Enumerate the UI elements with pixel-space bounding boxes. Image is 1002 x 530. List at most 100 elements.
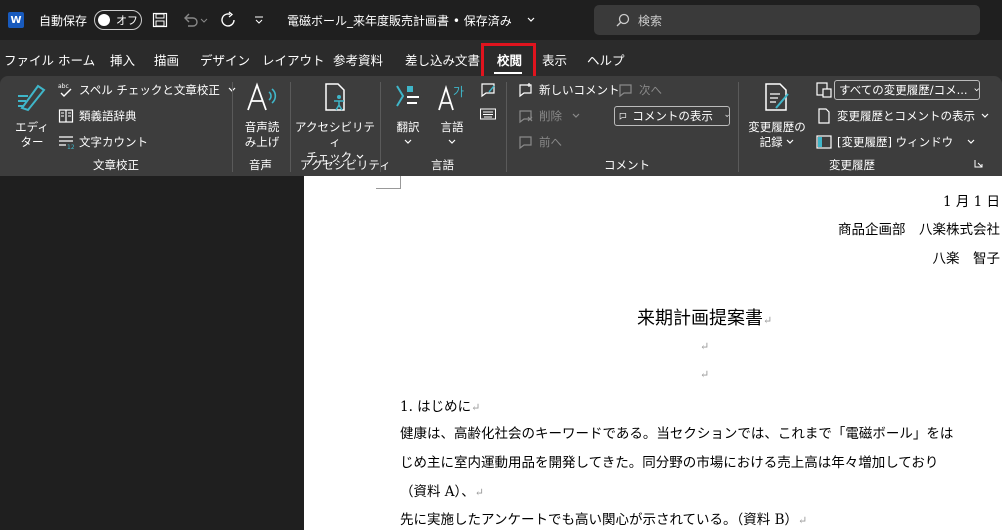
word-app-icon: W — [8, 12, 24, 28]
read-aloud-label-1: 音声読 — [244, 120, 280, 134]
markup-view-dropdown[interactable]: すべての変更履歴/コメ... — [834, 80, 980, 100]
search-placeholder: 検索 — [638, 13, 663, 28]
word-count-label: 文字カウント — [79, 135, 148, 149]
group-separator — [738, 82, 739, 172]
accessibility-check-button[interactable]: アクセシビリティ チェック — [294, 82, 376, 165]
thesaurus-button[interactable]: 類義語辞典 — [58, 108, 137, 124]
spell-check-icon: abc — [58, 83, 72, 97]
doc-title-text: 来期計画提案書 — [637, 308, 763, 329]
spelling-grammar-button[interactable]: abc スペル チェックと文章校正 — [58, 82, 236, 98]
read-aloud-button[interactable]: 音声読 み上げ — [240, 82, 284, 150]
thesaurus-label: 類義語辞典 — [79, 109, 137, 123]
translate-label: 翻訳 — [396, 120, 420, 134]
toggle-knob — [98, 14, 110, 26]
word-count-icon: 123 — [59, 136, 74, 150]
doc-para1-line2: じめ主に室内運動用品を開発してきた。同分野の市場における売上高は年々増加しており — [400, 455, 939, 471]
show-markup-button[interactable]: 変更履歴とコメントの表示 — [816, 108, 989, 124]
doc-para2-line1-text: 先に実施したアンケートでも高い関心が示されている。（資料 B） — [400, 512, 799, 528]
doc-para1-line3: （資料 A）、↵ — [400, 480, 484, 500]
customize-toolbar-icon[interactable] — [254, 0, 264, 40]
tab-references[interactable]: 参考資料 — [333, 50, 383, 69]
read-aloud-icon — [247, 82, 277, 111]
search-box[interactable]: 検索 — [594, 5, 980, 35]
group-label-proofing: 文章校正 — [93, 158, 139, 172]
paragraph-mark: ↵ — [798, 514, 808, 527]
chevron-down-icon — [448, 139, 456, 144]
track-changes-label-1: 変更履歴の — [748, 120, 806, 134]
next-comment-icon — [619, 84, 632, 98]
paragraph-mark: ↵ — [700, 340, 710, 353]
tab-file[interactable]: ファイル — [4, 50, 54, 69]
markup-view-icon — [816, 82, 832, 98]
translate-button[interactable]: 翻訳 — [390, 82, 426, 150]
doc-department: 商品企画部 八楽株式会社 — [838, 222, 1000, 238]
group-label-language: 言語 — [431, 158, 454, 172]
ink-comment-icon[interactable] — [480, 82, 496, 98]
undo-icon[interactable] — [182, 0, 208, 40]
group-label-tracking: 変更履歴 — [829, 158, 875, 172]
autosave-label: 自動保存 — [39, 13, 88, 28]
track-changes-button[interactable]: 変更履歴の 記録 — [744, 82, 810, 150]
svg-text:123: 123 — [67, 144, 74, 150]
document-title[interactable]: 電磁ボール_来年度販売計画書 • 保存済み — [287, 0, 512, 40]
doc-title: 来期計画提案書↵ — [637, 304, 772, 330]
read-aloud-label-2: み上げ — [244, 135, 280, 149]
previous-comment-icon — [519, 136, 532, 150]
word-count-button[interactable]: 123 文字カウント — [58, 134, 148, 150]
editor-icon — [18, 84, 46, 112]
chevron-down-icon — [981, 113, 989, 118]
new-comment-icon — [519, 83, 532, 98]
tab-home[interactable]: ホーム — [58, 50, 95, 69]
save-icon[interactable] — [152, 0, 168, 40]
new-comment-button[interactable]: 新しいコメント — [518, 82, 620, 98]
show-comments-button[interactable]: コメントの表示 — [614, 106, 730, 126]
document-page[interactable]: 1 月 1 日 商品企画部 八楽株式会社 八楽 智子 来期計画提案書↵ ↵ ↵ … — [304, 176, 1002, 530]
translate-icon — [396, 85, 419, 107]
language-label: 言語 — [440, 120, 464, 134]
group-label-comments: コメント — [604, 158, 650, 172]
dialog-launcher-icon[interactable] — [974, 159, 983, 168]
show-comments-icon — [619, 113, 627, 120]
tab-help[interactable]: ヘルプ — [587, 50, 625, 69]
paragraph-mark: ↵ — [471, 401, 481, 414]
group-separator — [232, 82, 233, 172]
next-comment-label: 次へ — [639, 83, 662, 97]
keyboard-icon[interactable] — [480, 108, 496, 120]
group-separator — [290, 82, 291, 172]
tab-view[interactable]: 表示 — [542, 50, 567, 69]
doc-para2-line1: 先に実施したアンケートでも高い関心が示されている。（資料 B）↵ — [400, 508, 807, 528]
doc-para1-line1: 健康は、高齢化社会のキーワードである。当セクションでは、これまで「電磁ボール」を… — [400, 426, 954, 442]
autosave-toggle[interactable]: オフ — [94, 10, 142, 30]
show-markup-icon — [818, 108, 830, 124]
previous-comment-label: 前へ — [539, 135, 562, 149]
tab-insert[interactable]: 挿入 — [110, 50, 135, 69]
group-separator — [380, 82, 381, 172]
editor-label-1: エディ — [15, 120, 49, 134]
editor-label-2: ター — [20, 135, 44, 149]
reviewing-pane-button[interactable]: [変更履歴] ウィンドウ — [816, 134, 975, 150]
left-canvas-area — [0, 176, 304, 530]
editor-button[interactable]: エディ ター — [14, 82, 50, 150]
tab-design[interactable]: デザイン — [200, 50, 250, 69]
chevron-down-icon — [967, 139, 975, 144]
paragraph-mark: ↵ — [763, 314, 773, 327]
doc-date: 1 月 1 日 — [942, 194, 1000, 210]
svg-text:abc: abc — [58, 83, 69, 90]
tab-draw[interactable]: 描画 — [154, 50, 179, 69]
chevron-down-icon — [973, 88, 979, 92]
svg-text:가: 가 — [453, 85, 464, 99]
accessibility-icon — [325, 83, 345, 111]
tab-mailings[interactable]: 差し込み文書 — [405, 50, 480, 69]
next-comment-button[interactable]: 次へ — [618, 82, 662, 98]
previous-comment-button[interactable]: 前へ — [518, 134, 562, 150]
tab-layout[interactable]: レイアウト — [262, 50, 325, 69]
redo-icon[interactable] — [220, 0, 238, 40]
doc-heading-1-text: 1. はじめに — [400, 399, 472, 415]
reviewing-pane-label: [変更履歴] ウィンドウ — [837, 135, 954, 149]
language-button[interactable]: 가 言語 — [434, 82, 470, 150]
title-chevron-icon[interactable] — [526, 0, 536, 40]
review-tab-highlight-box — [481, 43, 536, 80]
delete-comment-button[interactable]: 削除 — [518, 108, 580, 124]
group-label-speech: 音声 — [249, 158, 272, 172]
markup-view-value: すべての変更履歴/コメ... — [839, 83, 968, 97]
